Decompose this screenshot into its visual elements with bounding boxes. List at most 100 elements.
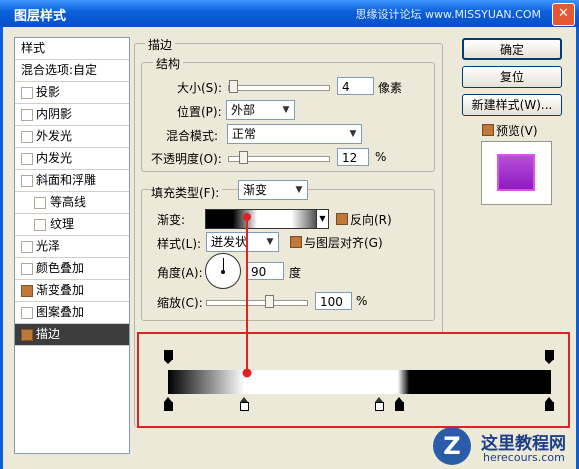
- stroke-group-title: 描边: [145, 36, 176, 53]
- color-stop-black[interactable]: [164, 397, 173, 411]
- style-preview: [481, 141, 552, 205]
- color-stop-black[interactable]: [395, 397, 404, 411]
- style-list-header[interactable]: 样式: [15, 38, 129, 60]
- gradient-style-label: 样式(L):: [157, 237, 202, 251]
- scale-input[interactable]: 100: [315, 292, 352, 310]
- opacity-stop-left[interactable]: [164, 350, 173, 364]
- style-checkbox[interactable]: [21, 263, 33, 275]
- style-checkbox[interactable]: [21, 175, 33, 187]
- chevron-down-icon: ▼: [295, 185, 303, 195]
- style-item-texture[interactable]: 纹理: [15, 214, 129, 236]
- chevron-down-icon: ▼: [349, 129, 357, 139]
- logo-mark: Z: [433, 427, 471, 465]
- callout-arrow: [242, 213, 252, 378]
- style-checkbox[interactable]: [21, 153, 33, 165]
- opacity-label: 不透明度(O):: [151, 152, 222, 166]
- angle-label: 角度(A):: [157, 266, 203, 280]
- reverse-checkbox[interactable]: [336, 213, 348, 225]
- style-item-label: 内发光: [36, 151, 73, 165]
- scale-label: 缩放(C):: [157, 296, 203, 310]
- style-item-label: 光泽: [36, 239, 61, 253]
- style-checkbox[interactable]: [21, 285, 33, 297]
- blend-options-item[interactable]: 混合选项:自定: [15, 60, 129, 82]
- preview-swatch: [497, 154, 535, 191]
- style-item-label: 描边: [36, 327, 61, 341]
- style-item-color-overlay[interactable]: 颜色叠加: [15, 258, 129, 280]
- style-item-label: 图案叠加: [36, 305, 85, 319]
- structure-group-title: 结构: [153, 55, 184, 72]
- opacity-slider-thumb[interactable]: [239, 151, 248, 164]
- preview-label: 预览(V): [496, 124, 538, 138]
- angle-unit-label: 度: [289, 266, 302, 280]
- size-input[interactable]: 4: [337, 77, 374, 95]
- style-item-drop-shadow[interactable]: 投影: [15, 82, 129, 104]
- close-button[interactable]: ✕: [552, 3, 575, 26]
- position-label: 位置(P):: [177, 105, 222, 119]
- title-bar: 图层样式 思缘设计论坛 www.MISSYUAN.COM ✕: [0, 0, 579, 27]
- style-list: 样式 混合选项:自定 投影 内阴影 外发光 内发光 斜面和浮雕 等高线 纹理 光…: [14, 37, 130, 454]
- scale-slider-thumb[interactable]: [265, 295, 274, 308]
- reset-button[interactable]: 复位: [462, 66, 562, 88]
- style-checkbox[interactable]: [34, 219, 46, 231]
- style-checkbox[interactable]: [34, 197, 46, 209]
- align-with-layer-checkbox[interactable]: [290, 236, 302, 248]
- opacity-unit-label: %: [375, 150, 387, 164]
- window-title: 图层样式: [14, 9, 67, 24]
- style-item-pattern-overlay[interactable]: 图案叠加: [15, 302, 129, 324]
- style-item-bevel-emboss[interactable]: 斜面和浮雕: [15, 170, 129, 192]
- style-checkbox[interactable]: [21, 109, 33, 121]
- gradient-label: 渐变:: [157, 213, 186, 227]
- opacity-input[interactable]: 12: [337, 148, 369, 166]
- size-slider-thumb[interactable]: [229, 80, 238, 93]
- style-item-label: 外发光: [36, 129, 73, 143]
- window-frame-left: [0, 27, 3, 469]
- fill-type-select[interactable]: 渐变 ▼: [238, 180, 308, 200]
- style-item-label: 投影: [36, 85, 61, 99]
- chevron-down-icon: ▼: [282, 105, 290, 115]
- align-with-layer-label: 与图层对齐(G): [304, 236, 383, 250]
- angle-center-dot: [221, 270, 225, 274]
- style-item-gradient-overlay[interactable]: 渐变叠加: [15, 280, 129, 302]
- style-checkbox[interactable]: [21, 87, 33, 99]
- color-stop-white[interactable]: [375, 397, 384, 411]
- reverse-label: 反向(R): [350, 213, 392, 227]
- preview-checkbox[interactable]: [482, 124, 494, 136]
- logo-url: herecours.com: [483, 451, 565, 464]
- gradient-preview-field[interactable]: [205, 209, 329, 229]
- style-item-inner-shadow[interactable]: 内阴影: [15, 104, 129, 126]
- style-checkbox[interactable]: [21, 329, 33, 341]
- style-checkbox[interactable]: [21, 241, 33, 253]
- style-checkbox[interactable]: [21, 307, 33, 319]
- opacity-stop-right[interactable]: [545, 350, 554, 364]
- angle-dial[interactable]: [205, 253, 241, 289]
- size-unit-label: 像素: [378, 81, 403, 95]
- style-item-label: 内阴影: [36, 107, 73, 121]
- size-slider-track[interactable]: [228, 85, 330, 91]
- style-item-label: 颜色叠加: [36, 261, 85, 275]
- color-stop-black[interactable]: [545, 397, 554, 411]
- style-item-outer-glow[interactable]: 外发光: [15, 126, 129, 148]
- watermark-text: 思缘设计论坛 www.MISSYUAN.COM: [355, 8, 541, 21]
- color-stop-white[interactable]: [240, 397, 249, 411]
- site-logo: Z 这里教程网 herecours.com: [433, 426, 579, 469]
- blend-mode-select[interactable]: 正常 ▼: [227, 124, 362, 144]
- style-item-label: 纹理: [50, 217, 75, 231]
- chevron-down-icon: ▼: [266, 237, 274, 247]
- style-item-stroke[interactable]: 描边: [15, 324, 129, 346]
- style-checkbox[interactable]: [21, 131, 33, 143]
- style-item-label: 斜面和浮雕: [36, 173, 97, 187]
- style-item-inner-glow[interactable]: 内发光: [15, 148, 129, 170]
- new-style-button[interactable]: 新建样式(W)...: [462, 94, 562, 116]
- gradient-dropdown-button[interactable]: ▼: [316, 209, 329, 229]
- style-item-satin[interactable]: 光泽: [15, 236, 129, 258]
- style-item-label: 等高线: [50, 195, 87, 209]
- ok-button[interactable]: 确定: [462, 38, 562, 60]
- style-item-contour[interactable]: 等高线: [15, 192, 129, 214]
- style-item-label: 渐变叠加: [36, 283, 85, 297]
- blend-mode-label: 混合模式:: [166, 129, 219, 143]
- scale-unit-label: %: [356, 294, 368, 308]
- position-select[interactable]: 外部 ▼: [226, 100, 295, 120]
- gradient-bar[interactable]: [168, 370, 551, 394]
- fill-type-label: 填充类型(F):: [151, 184, 223, 201]
- size-label: 大小(S):: [177, 81, 223, 95]
